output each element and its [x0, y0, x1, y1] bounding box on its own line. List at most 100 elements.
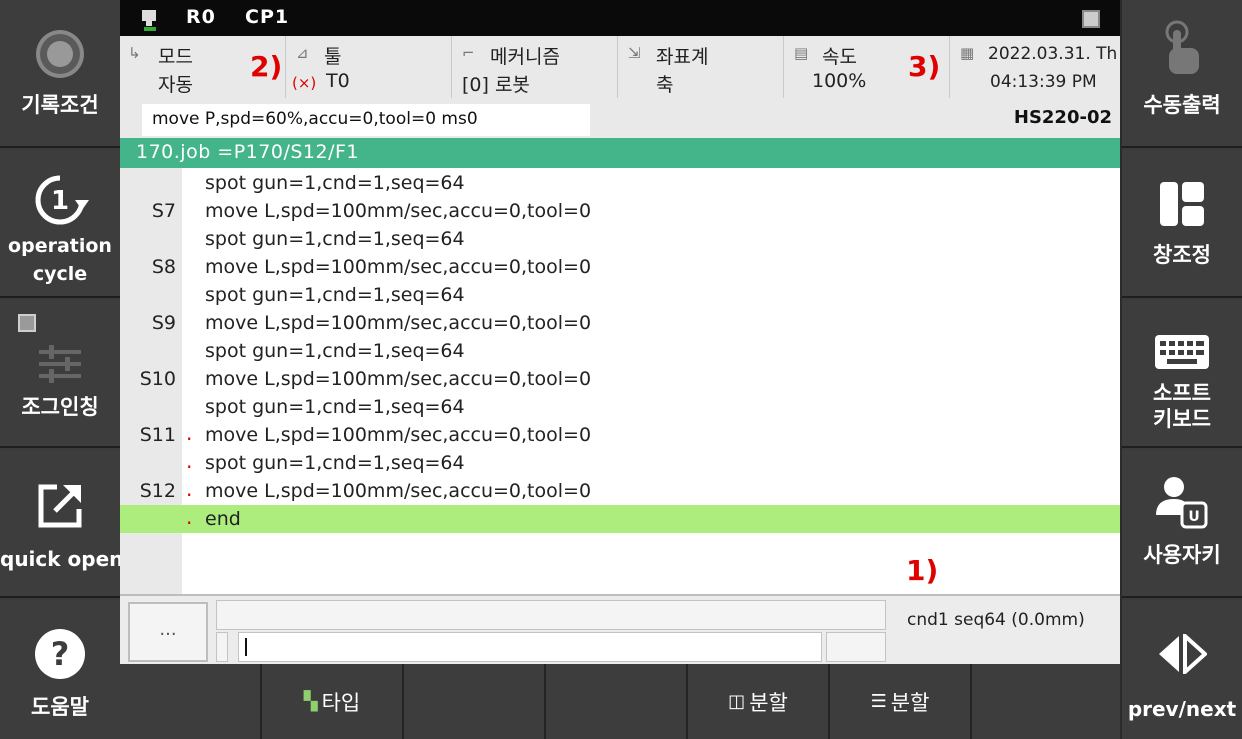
fn-key-split-horizontal[interactable]: ☰ 분할: [830, 664, 972, 739]
breakpoint-marker: .: [186, 505, 193, 529]
record-condition-button[interactable]: 기록조건: [0, 0, 120, 148]
layout-icon: [1122, 176, 1242, 232]
code-text: spot gun=1,cnd=1,seq=64: [205, 172, 465, 194]
tool-icon: ⊿: [296, 44, 309, 62]
fn-key-3[interactable]: [404, 664, 546, 739]
breakpoint-marker: .: [186, 449, 193, 473]
fn-key-1[interactable]: [120, 664, 262, 739]
left-softkey-panel: 기록조건 1 operation cycle 조그인칭 quick open ?…: [0, 0, 120, 739]
current-line[interactable]: . end: [120, 505, 1120, 533]
coord-cell[interactable]: ⇲ 좌표계 축: [618, 36, 784, 98]
status-bar: R0 CP1: [120, 0, 1120, 36]
tool-label: 툴: [324, 46, 342, 68]
step-number: S7: [151, 200, 176, 222]
program-line[interactable]: S7 move L,spd=100mm/sec,accu=0,tool=0: [120, 197, 1120, 225]
step-number: S8: [151, 256, 176, 278]
fn-key-type[interactable]: ▚ 타입: [262, 664, 404, 739]
code-text: move L,spd=100mm/sec,accu=0,tool=0: [205, 312, 592, 334]
tool-value: T0: [326, 70, 350, 92]
fn-key-type-label: 타입: [321, 690, 361, 715]
fn-key-split-horizontal-label: 분할: [890, 690, 930, 715]
cycle-one-icon: 1: [0, 172, 120, 228]
cp-indicator: CP1: [245, 6, 290, 28]
quick-open-button[interactable]: quick open: [0, 450, 120, 598]
program-line[interactable]: S11. move L,spd=100mm/sec,accu=0,tool=0: [120, 421, 1120, 449]
code-text: move L,spd=100mm/sec,accu=0,tool=0: [205, 424, 592, 446]
program-line[interactable]: S10 move L,spd=100mm/sec,accu=0,tool=0: [120, 365, 1120, 393]
jog-inching-checkbox[interactable]: [18, 314, 36, 332]
current-command[interactable]: move P,spd=60%,accu=0,tool=0 ms0: [142, 104, 590, 136]
coord-label: 좌표계: [656, 46, 709, 68]
breakpoint-marker: .: [186, 421, 193, 445]
time-text: 04:13:39 PM: [990, 72, 1097, 92]
small-field: [216, 632, 228, 662]
operation-cycle-label: operation cycle: [0, 232, 120, 288]
program-line[interactable]: S9 move L,spd=100mm/sec,accu=0,tool=0: [120, 309, 1120, 337]
code-text: move L,spd=100mm/sec,accu=0,tool=0: [205, 256, 592, 278]
window-adjust-button[interactable]: 창조정: [1122, 150, 1242, 298]
keyboard-icon: [1122, 324, 1242, 380]
code-text: spot gun=1,cnd=1,seq=64: [205, 284, 465, 306]
prev-next-button[interactable]: prev/next: [1122, 600, 1242, 739]
manual-output-button[interactable]: 수동출력: [1122, 0, 1242, 148]
code-text: move L,spd=100mm/sec,accu=0,tool=0: [205, 480, 592, 502]
program-line[interactable]: spot gun=1,cnd=1,seq=64: [120, 169, 1120, 197]
manual-output-label: 수동출력: [1143, 93, 1221, 117]
main-panel: R0 CP1 ↳ 모드 자동 ⊿ 툴 (×) T0 ⌐ 메커니즘 [0] 로봇 …: [120, 0, 1120, 739]
svg-text:U: U: [1188, 509, 1199, 525]
program-list[interactable]: spot gun=1,cnd=1,seq=64 S7 move L,spd=100m…: [120, 168, 1120, 594]
touch-hand-icon: [1122, 20, 1242, 78]
annotation-2: 2): [250, 50, 283, 83]
program-line[interactable]: spot gun=1,cnd=1,seq=64: [120, 281, 1120, 309]
quick-open-label: quick open: [0, 547, 120, 571]
program-line[interactable]: S12. move L,spd=100mm/sec,accu=0,tool=0: [120, 477, 1120, 505]
user-key-button[interactable]: U 사용자키: [1122, 450, 1242, 598]
window-adjust-label: 창조정: [1153, 243, 1211, 267]
battery-icon: [1082, 10, 1100, 28]
tool-status-icon: (×): [292, 74, 317, 92]
function-key-bar: ▚ 타입 ◫ 분할 ☰ 분할: [120, 664, 1120, 739]
program-line[interactable]: spot gun=1,cnd=1,seq=64: [120, 337, 1120, 365]
program-line[interactable]: . spot gun=1,cnd=1,seq=64: [120, 449, 1120, 477]
program-line[interactable]: spot gun=1,cnd=1,seq=64: [120, 225, 1120, 253]
mechanism-cell[interactable]: ⌐ 메커니즘 [0] 로봇: [452, 36, 618, 98]
mode-icon: ↳: [128, 44, 141, 62]
record-icon: [0, 26, 120, 82]
user-key-label: 사용자키: [1143, 543, 1221, 567]
command-input[interactable]: [238, 632, 822, 662]
bottom-status-area: ... cnd1 seq64 (0.0mm): [120, 594, 1120, 664]
robot-model: HS220-02: [1013, 107, 1112, 128]
prev-next-label: prev/next: [1127, 697, 1237, 721]
step-number: S11: [139, 424, 176, 446]
operation-cycle-text: operation cycle: [8, 235, 112, 285]
code-text: spot gun=1,cnd=1,seq=64: [205, 228, 465, 250]
soft-keyboard-button[interactable]: 소프트 키보드: [1122, 300, 1242, 448]
fn-key-7[interactable]: [972, 664, 1120, 739]
text-caret: [245, 638, 247, 656]
soft-keyboard-label: 소프트 키보드: [1153, 381, 1211, 431]
help-button[interactable]: ? 도움말: [0, 600, 120, 739]
message-field: [216, 600, 886, 630]
split-vertical-icon: ◫: [728, 691, 746, 712]
mechanism-label: 메커니즘: [490, 46, 560, 68]
code-text: move L,spd=100mm/sec,accu=0,tool=0: [205, 200, 592, 222]
type-grid-icon: ▚: [303, 691, 318, 712]
program-line[interactable]: S8 move L,spd=100mm/sec,accu=0,tool=0: [120, 253, 1120, 281]
help-icon: ?: [0, 626, 120, 682]
fn-key-split-vertical[interactable]: ◫ 분할: [688, 664, 830, 739]
mode-value: 자동: [158, 74, 193, 96]
more-button[interactable]: ...: [128, 602, 208, 662]
jog-inching-button[interactable]: 조그인칭: [0, 300, 120, 448]
tool-cell[interactable]: ⊿ 툴 (×) T0: [286, 36, 452, 98]
user-key-icon: U: [1122, 474, 1242, 530]
fn-key-4[interactable]: [546, 664, 688, 739]
record-condition-label: 기록조건: [21, 93, 99, 117]
operation-cycle-button[interactable]: 1 operation cycle: [0, 150, 120, 298]
speed-icon: ▤: [794, 44, 809, 62]
split-horizontal-icon: ☰: [870, 691, 887, 712]
mechanism-value: [0] 로봇: [462, 74, 530, 96]
program-line[interactable]: spot gun=1,cnd=1,seq=64: [120, 393, 1120, 421]
annotation-3: 3): [908, 50, 941, 83]
speed-label: 속도: [822, 46, 857, 68]
step-number: S9: [151, 312, 176, 334]
